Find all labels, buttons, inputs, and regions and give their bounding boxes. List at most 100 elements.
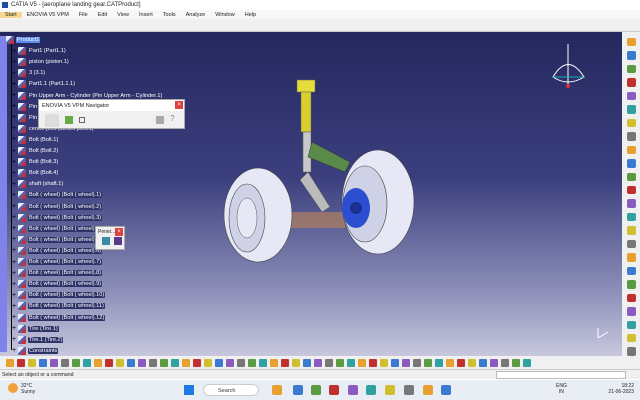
tree-item[interactable]: + Bolt ( wheel) (Bolt ( wheel).6) bbox=[12, 246, 103, 256]
toolbar-icon[interactable] bbox=[39, 358, 47, 367]
weather-widget[interactable]: 32°C Sunny bbox=[8, 383, 35, 395]
toolbar-icon[interactable] bbox=[94, 358, 102, 367]
tree-item[interactable]: + Bolt ( wheel) (Bolt ( wheel).8) bbox=[12, 268, 103, 278]
tree-item[interactable]: + Bolt (Bolt.1) bbox=[12, 135, 59, 145]
start-button[interactable] bbox=[184, 385, 194, 395]
tree-scrollbar[interactable] bbox=[0, 36, 7, 352]
expand-icon[interactable]: + bbox=[12, 59, 17, 66]
toolbar-icon[interactable] bbox=[72, 358, 80, 367]
compass-icon[interactable] bbox=[552, 44, 585, 88]
menu-help[interactable]: Help bbox=[240, 12, 261, 18]
toolbar-icon[interactable] bbox=[523, 358, 531, 367]
search-box[interactable]: Search bbox=[203, 384, 259, 396]
expand-icon[interactable]: + bbox=[12, 114, 17, 121]
toolbar-icon[interactable] bbox=[413, 358, 421, 367]
toolbar-icon[interactable] bbox=[292, 358, 300, 367]
toolbar-icon[interactable] bbox=[626, 347, 636, 356]
toolbar-icon[interactable] bbox=[358, 358, 366, 367]
navigator-icon[interactable] bbox=[64, 116, 73, 124]
menu-tools[interactable]: Tools bbox=[158, 12, 181, 18]
menu-enovia[interactable]: ENOVIA V5 VPM bbox=[22, 12, 74, 18]
toolbar-icon[interactable] bbox=[281, 358, 289, 367]
toolbar-icon[interactable] bbox=[626, 172, 636, 181]
tree-item[interactable]: + Bolt ( wheel) (Bolt ( wheel).2) bbox=[12, 202, 103, 212]
toolbar-icon[interactable] bbox=[325, 358, 333, 367]
tree-item[interactable]: + Bolt ( wheel) (Bolt ( wheel).1) bbox=[12, 190, 103, 200]
expand-icon[interactable]: + bbox=[12, 303, 17, 310]
toolbar-icon[interactable] bbox=[424, 358, 432, 367]
toolbar-icon[interactable] bbox=[501, 358, 509, 367]
toolbar-icon[interactable] bbox=[457, 358, 465, 367]
toolbar-icon[interactable] bbox=[626, 51, 636, 60]
toolbar-icon[interactable] bbox=[626, 118, 636, 128]
enovia-logo[interactable] bbox=[45, 114, 59, 127]
expand-icon[interactable]: + bbox=[12, 136, 17, 143]
toolbar-icon[interactable] bbox=[127, 358, 135, 367]
toolbar-icon[interactable] bbox=[626, 293, 636, 303]
toolbar-icon[interactable] bbox=[626, 64, 636, 74]
toolbar-icon[interactable] bbox=[61, 358, 69, 367]
expand-icon[interactable]: + bbox=[12, 336, 17, 343]
tree-item[interactable]: + Bolt (Bolt.4) bbox=[12, 168, 59, 178]
refresh-icon[interactable] bbox=[156, 116, 165, 124]
toolbar-icon[interactable] bbox=[446, 358, 454, 367]
help-icon[interactable]: ? bbox=[170, 114, 178, 123]
toolbar-icon[interactable] bbox=[149, 358, 157, 367]
taskbar-app-icon[interactable] bbox=[366, 385, 376, 395]
expand-icon[interactable]: + bbox=[12, 247, 17, 254]
toolbar-icon[interactable] bbox=[248, 358, 256, 367]
toolbar-icon[interactable] bbox=[105, 358, 113, 367]
expand-icon[interactable]: + bbox=[12, 347, 17, 354]
taskbar-app-icon[interactable] bbox=[423, 385, 433, 395]
toolbar-icon[interactable] bbox=[626, 253, 636, 262]
tree-item[interactable]: + Tire.1 (Tire.2) bbox=[12, 335, 64, 345]
toolbar-icon[interactable] bbox=[6, 358, 14, 367]
expand-icon[interactable]: + bbox=[12, 103, 17, 110]
menu-analyze[interactable]: Analyze bbox=[181, 12, 211, 18]
toolbar-icon[interactable] bbox=[626, 307, 636, 316]
menu-file[interactable]: File bbox=[74, 12, 93, 18]
expand-icon[interactable]: + bbox=[12, 325, 17, 332]
taskbar-app-icon[interactable] bbox=[385, 385, 395, 395]
clock[interactable]: 18:22 21-06-2023 bbox=[608, 383, 634, 395]
checkbox[interactable] bbox=[78, 117, 85, 123]
tree-item[interactable]: +3 (3.1) bbox=[12, 68, 46, 78]
toolbar-icon[interactable] bbox=[270, 358, 278, 367]
tree-item[interactable]: + Bolt ( wheel) (Bolt ( wheel).12) bbox=[12, 313, 106, 323]
toolbar-icon[interactable] bbox=[391, 358, 399, 367]
menu-insert[interactable]: Insert bbox=[134, 12, 158, 18]
taskbar-app-icon[interactable] bbox=[329, 385, 339, 395]
language-indicator[interactable]: ENG IN bbox=[556, 383, 567, 395]
tree-item[interactable]: + Bolt (Bolt.3) bbox=[12, 157, 59, 167]
toolbar-icon[interactable] bbox=[626, 91, 636, 101]
toolbar-icon[interactable] bbox=[626, 199, 636, 208]
toolbar-icon[interactable] bbox=[490, 358, 498, 367]
toolbar-icon[interactable] bbox=[193, 358, 201, 367]
toolbar-icon[interactable] bbox=[512, 358, 520, 367]
toolbar-icon[interactable] bbox=[314, 358, 322, 367]
toolbar-icon[interactable] bbox=[215, 358, 223, 367]
toolbar-icon[interactable] bbox=[226, 358, 234, 367]
tree-item[interactable]: + Bolt ( wheel) (Bolt ( wheel).7) bbox=[12, 257, 103, 267]
command-input[interactable] bbox=[496, 371, 626, 379]
taskbar-app-icon[interactable] bbox=[348, 385, 358, 395]
toolbar-icon[interactable] bbox=[160, 358, 168, 367]
toolbar-icon[interactable] bbox=[626, 280, 636, 289]
expand-icon[interactable]: + bbox=[12, 259, 17, 266]
toolbar-icon[interactable] bbox=[626, 132, 636, 141]
menu-edit[interactable]: Edit bbox=[93, 12, 112, 18]
tree-item[interactable]: + Part1 (Part1.1) bbox=[12, 46, 67, 56]
close-icon[interactable]: × bbox=[115, 228, 123, 236]
toolbar-icon[interactable] bbox=[626, 320, 636, 329]
tree-item[interactable]: + Bolt (Bolt.2) bbox=[12, 146, 59, 156]
toolbar-icon[interactable] bbox=[626, 212, 636, 222]
expand-icon[interactable]: + bbox=[12, 159, 17, 166]
toolbar-icon[interactable] bbox=[336, 358, 344, 367]
taskbar-app-icon[interactable] bbox=[311, 385, 321, 395]
expand-icon[interactable]: + bbox=[12, 92, 17, 99]
tree-item[interactable]: + Bolt ( wheel) (Bolt ( wheel).10) bbox=[12, 290, 106, 300]
toolbar-icon[interactable] bbox=[626, 185, 636, 195]
toolbar-icon[interactable] bbox=[259, 358, 267, 367]
expand-icon[interactable]: + bbox=[12, 225, 17, 232]
toolbar-icon[interactable] bbox=[303, 358, 311, 367]
